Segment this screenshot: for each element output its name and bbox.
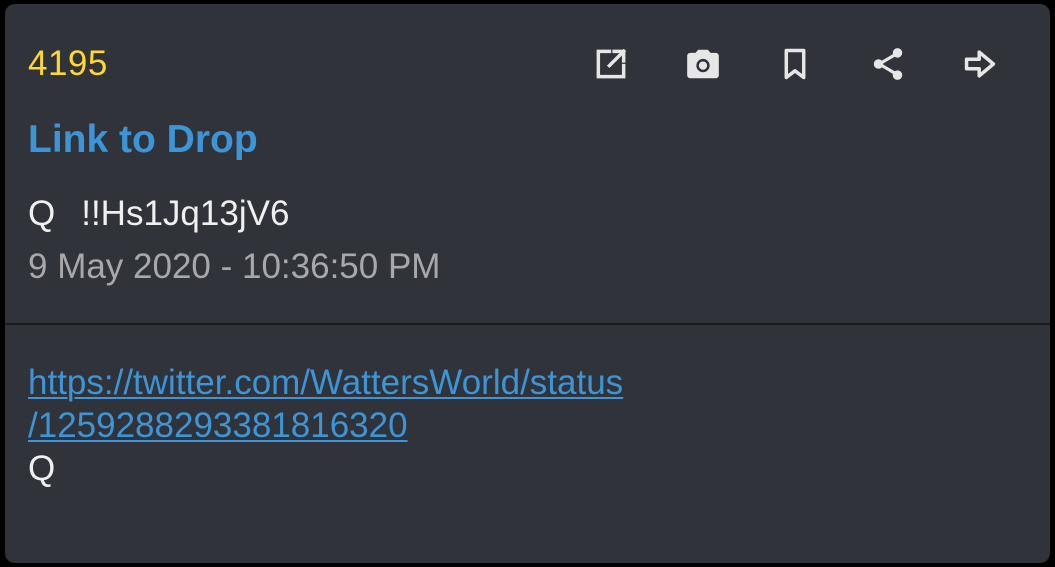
author-line: Q !!Hs1Jq13jV6 <box>28 196 289 231</box>
link-to-drop[interactable]: Link to Drop <box>28 120 258 159</box>
camera-icon <box>684 45 722 83</box>
screenshot-button[interactable] <box>681 42 725 86</box>
forward-button[interactable] <box>958 42 1002 86</box>
bookmark-button[interactable] <box>773 42 817 86</box>
bookmark-icon <box>776 45 814 83</box>
author-name: Q <box>28 194 56 233</box>
post-timestamp: 9 May 2020 - 10:36:50 PM <box>28 247 441 286</box>
forward-arrow-icon <box>961 45 999 83</box>
tripcode: !!Hs1Jq13jV6 <box>81 194 290 233</box>
share-icon <box>869 45 907 83</box>
drop-header: 4195 Link to Drop Q !!Hs1Jq13jV6 9 May 2… <box>5 4 1050 324</box>
drop-number: 4195 <box>28 44 108 83</box>
post-signature: Q <box>28 449 56 488</box>
twitter-status-link[interactable]: https://twitter.com/WattersWorld/status … <box>28 361 1028 447</box>
post-body: https://twitter.com/WattersWorld/status … <box>28 361 1028 490</box>
divider <box>5 323 1050 325</box>
drop-toolbar <box>589 42 1009 86</box>
link-line-1: https://twitter.com/WattersWorld/status <box>28 363 624 402</box>
link-line-2: /1259288293381816320 <box>28 406 408 445</box>
share-button[interactable] <box>866 42 910 86</box>
open-external-icon <box>592 45 630 83</box>
drop-card: 4195 Link to Drop Q !!Hs1Jq13jV6 9 May 2… <box>5 4 1050 563</box>
open-external-button[interactable] <box>589 42 633 86</box>
